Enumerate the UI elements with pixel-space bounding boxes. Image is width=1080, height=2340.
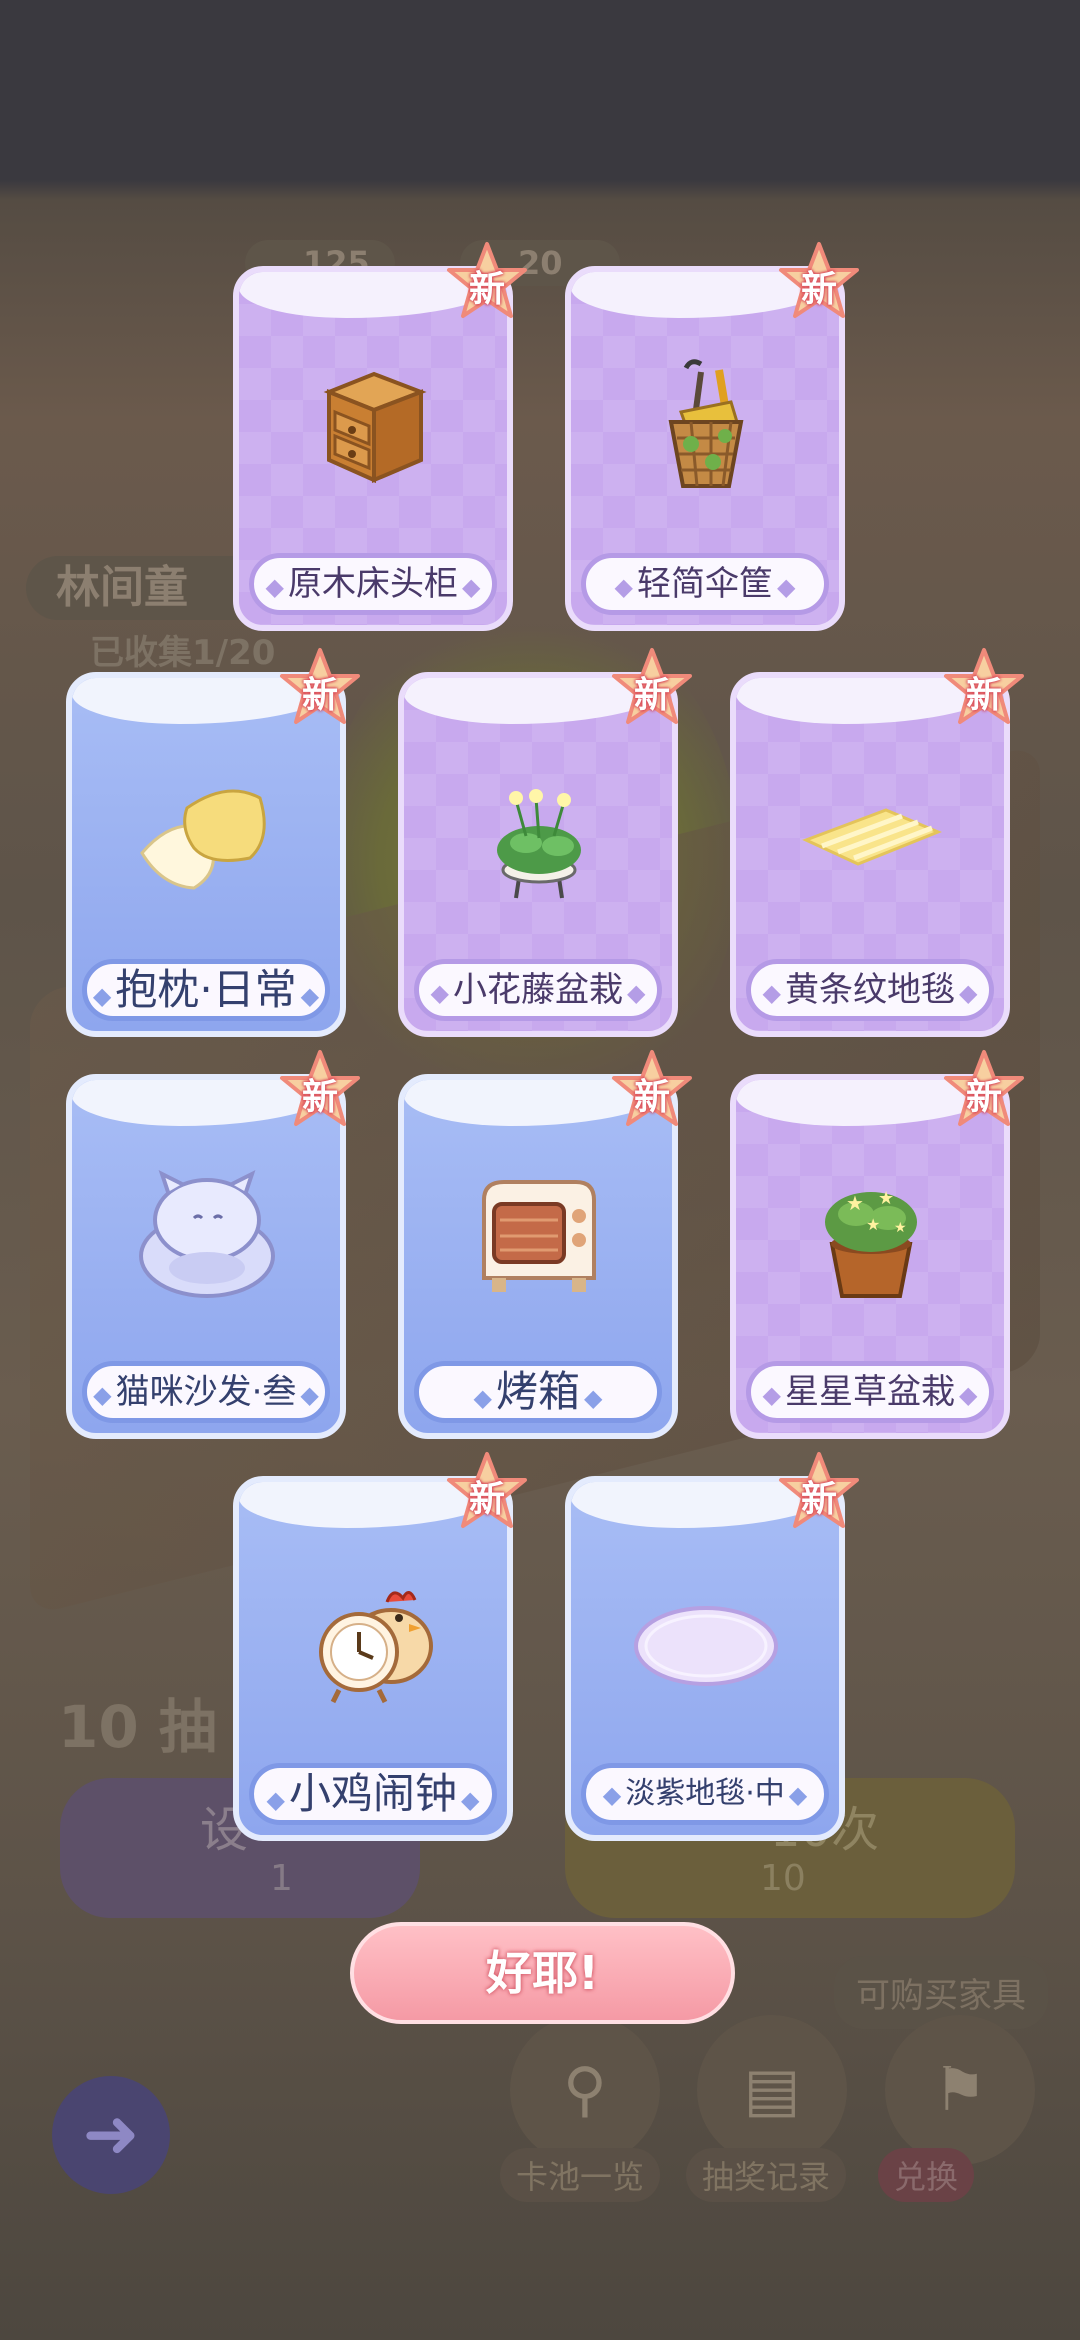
shopping-bag-icon: ⚑ [933, 2055, 987, 2125]
diamond-icon: ◆ [430, 979, 449, 1007]
diamond-icon: ◆ [584, 1384, 603, 1412]
new-badge-text: 新 [633, 675, 670, 716]
cat-sofa-icon [132, 1160, 282, 1310]
new-badge: 新 [775, 1450, 863, 1538]
card-name-plate: ◆小鸡闹钟 ◆ [249, 1763, 497, 1825]
diamond-icon: ◆ [627, 979, 646, 1007]
lavender-rug-icon [631, 1562, 781, 1712]
flower-vine-pot-icon [464, 758, 614, 908]
new-badge-text: 新 [800, 1479, 837, 1520]
diamond-icon: ◆ [92, 982, 112, 1010]
nightstand-icon [299, 352, 449, 502]
card-name-plate: ◆ 淡紫地毯·中 ◆ [581, 1763, 829, 1825]
new-badge: 新 [276, 646, 364, 734]
diamond-icon: ◆ [602, 1781, 622, 1809]
card-pool-label: 卡池一览 [500, 2148, 661, 2202]
card-name-plate: ◆ 原木床头柜 ◆ [249, 553, 497, 615]
new-badge: 新 [940, 1048, 1028, 1136]
diamond-icon: ◆ [300, 982, 320, 1010]
diamond-icon: ◆ [762, 1381, 781, 1409]
new-badge: 新 [443, 240, 531, 328]
card-name-plate: ◆ 小花藤盆栽 ◆ [414, 959, 662, 1021]
new-badge-text: 新 [301, 675, 338, 716]
oven-icon [464, 1160, 614, 1310]
record-book-icon: ▤ [743, 2055, 801, 2125]
new-badge-text: 新 [965, 675, 1002, 716]
draw-ten-label: 10 抽 [58, 1693, 217, 1761]
diamond-icon: ◆ [777, 573, 796, 601]
chicken-clock-icon [299, 1562, 449, 1712]
diamond-icon: ◆ [788, 1781, 808, 1809]
card-name: 黄条纹地毯 [785, 970, 955, 1010]
new-badge: 新 [940, 646, 1028, 734]
set-name: 林间童 [56, 562, 188, 613]
card-name: 淡紫地毯·中 [625, 1776, 785, 1811]
diamond-icon: ◆ [762, 979, 781, 1007]
confirm-button[interactable]: 好耶! [350, 1922, 735, 2024]
card-name-plate: ◆ 轻简伞筐 ◆ [581, 553, 829, 615]
card-name-plate: ◆ 星星草盆栽 ◆ [746, 1361, 994, 1423]
card-pool-button[interactable]: ⚲ [510, 2015, 660, 2165]
draw-once-cost: 1 [270, 1858, 293, 1899]
exchange-label: 兑换 [878, 2148, 975, 2202]
card-name: 原木床头柜 [288, 564, 458, 604]
magnifier-icon: ⚲ [563, 2055, 607, 2125]
diamond-icon: ◆ [300, 1381, 319, 1409]
diamond-icon: ◆ [266, 1786, 285, 1814]
svg-text:★: ★ [846, 1191, 864, 1215]
exchange-button[interactable]: ⚑ [885, 2015, 1035, 2165]
umbrella-basket-icon [631, 352, 781, 502]
diamond-icon: ◆ [93, 1381, 112, 1409]
svg-text:★: ★ [878, 1188, 894, 1209]
new-badge-text: 新 [301, 1077, 338, 1118]
card-name-plate: ◆ 猫咪沙发·叁 ◆ [82, 1361, 330, 1423]
card-name-plate: ◆ 黄条纹地毯 ◆ [746, 959, 994, 1021]
diamond-icon: ◆ [614, 573, 633, 601]
card-name: 小鸡闹钟 [288, 1769, 457, 1818]
diamond-icon: ◆ [959, 1381, 978, 1409]
new-badge: 新 [608, 1048, 696, 1136]
collection-progress: 已收集1/20 [90, 633, 276, 673]
card-name: 猫咪沙发·叁 [115, 1372, 297, 1412]
new-badge-text: 新 [468, 269, 505, 310]
diamond-icon: ◆ [959, 979, 978, 1007]
new-badge-text: 新 [633, 1077, 670, 1118]
diamond-icon: ◆ [461, 1786, 480, 1814]
yellow-stripe-rug-icon [796, 758, 946, 908]
draw-ten-cost: 10 [760, 1858, 806, 1899]
card-name: 小花藤盆栽 [453, 970, 623, 1010]
new-badge-text: 新 [468, 1479, 505, 1520]
draw-record-button[interactable]: ▤ [697, 2015, 847, 2165]
new-badge: 新 [443, 1450, 531, 1538]
pillow-icon [132, 758, 282, 908]
card-name: 抱枕·日常 [115, 965, 297, 1014]
new-badge-text: 新 [965, 1077, 1002, 1118]
back-arrow-icon: ➜ [82, 2095, 140, 2174]
card-name: 星星草盆栽 [785, 1372, 955, 1412]
diamond-icon: ◆ [265, 573, 284, 601]
svg-text:★: ★ [894, 1220, 907, 1236]
card-name-plate: ◆抱枕·日常 ◆ [82, 959, 330, 1021]
new-badge: 新 [276, 1048, 364, 1136]
diamond-icon: ◆ [473, 1384, 492, 1412]
back-button[interactable]: ➜ [52, 2076, 170, 2194]
star-grass-pot-icon: ★ ★ ★ ★ [796, 1160, 946, 1310]
svg-text:★: ★ [866, 1215, 880, 1234]
new-badge-text: 新 [800, 269, 837, 310]
draw-record-label: 抽奖记录 [686, 2148, 847, 2202]
card-name: 轻简伞筐 [637, 564, 773, 604]
new-badge: 新 [608, 646, 696, 734]
card-name-plate: ◆烤箱 ◆ [414, 1361, 662, 1423]
new-badge: 新 [775, 240, 863, 328]
diamond-icon: ◆ [462, 573, 481, 601]
card-name: 烤箱 [495, 1367, 580, 1416]
